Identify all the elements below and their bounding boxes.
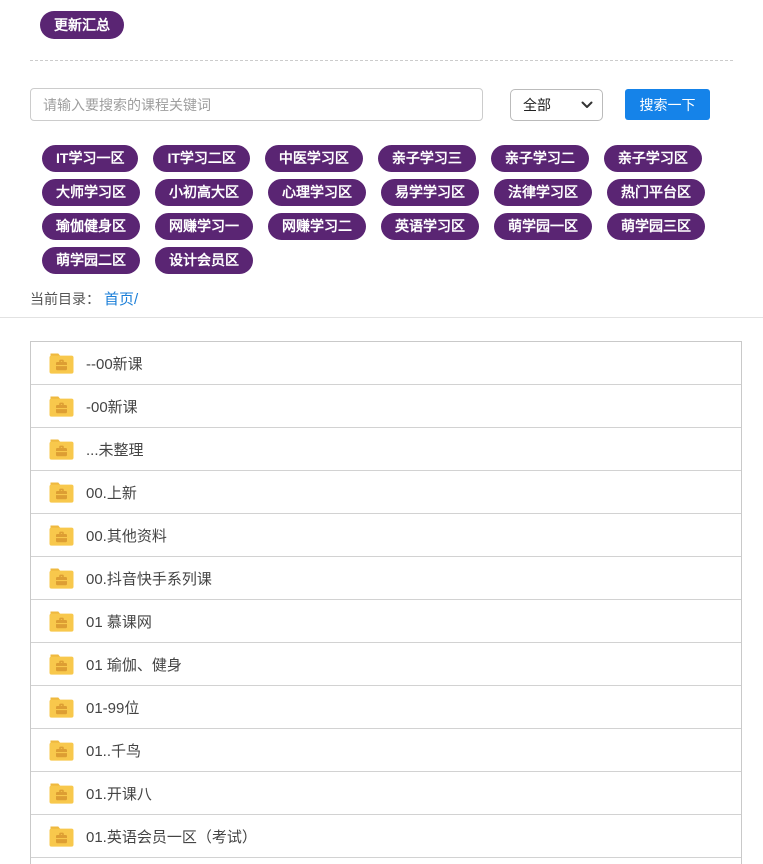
folder-row[interactable]: 00.抖音快手系列课 <box>31 557 741 600</box>
category-pill[interactable]: 萌学园一区 <box>494 213 592 240</box>
folder-icon <box>49 525 74 546</box>
dashed-divider <box>30 60 733 61</box>
breadcrumb-home-link[interactable]: 首页/ <box>104 291 138 308</box>
category-pill[interactable]: IT学习一区 <box>42 145 138 172</box>
category-pill[interactable]: 设计会员区 <box>155 247 253 274</box>
breadcrumb: 当前目录：首页/ <box>30 289 763 310</box>
folder-name: --00新课 <box>86 353 143 374</box>
category-filter-select[interactable]: 全部 <box>510 89 603 121</box>
category-pill[interactable]: 心理学习区 <box>268 179 366 206</box>
folder-name: 01-99位 <box>86 697 139 718</box>
folder-row[interactable]: 00.其他资料 <box>31 514 741 557</box>
chevron-down-icon <box>581 101 593 109</box>
folder-icon <box>49 568 74 589</box>
folder-icon <box>49 611 74 632</box>
category-pill[interactable]: 萌学园三区 <box>607 213 705 240</box>
folder-name: 00.上新 <box>86 482 137 503</box>
folder-row[interactable]: --00新课 <box>31 342 741 385</box>
breadcrumb-home-text: 首页 <box>104 291 134 308</box>
folder-icon <box>49 396 74 417</box>
folder-row[interactable]: 01..千鸟 <box>31 729 741 772</box>
category-pill[interactable]: 亲子学习区 <box>604 145 702 172</box>
folder-name: 01.英语会员一区（考试） <box>86 826 257 847</box>
folder-icon <box>49 740 74 761</box>
breadcrumb-separator: / <box>134 291 138 308</box>
folder-row[interactable]: 01 慕课网 <box>31 600 741 643</box>
folder-icon <box>49 439 74 460</box>
folder-row[interactable]: 01 瑜伽、健身 <box>31 643 741 686</box>
folder-icon <box>49 353 74 374</box>
folder-row[interactable]: 01-99位 <box>31 686 741 729</box>
folder-name: 00.抖音快手系列课 <box>86 568 212 589</box>
folder-name: 00.其他资料 <box>86 525 167 546</box>
folder-name: ...未整理 <box>86 439 144 460</box>
category-pill[interactable]: 亲子学习三 <box>378 145 476 172</box>
category-pill[interactable]: 大师学习区 <box>42 179 140 206</box>
folder-name: 01 慕课网 <box>86 611 152 632</box>
category-pill[interactable]: 网赚学习二 <box>268 213 366 240</box>
category-pill[interactable]: 中医学习区 <box>265 145 363 172</box>
category-pill[interactable]: 易学学习区 <box>381 179 479 206</box>
category-pill[interactable]: 瑜伽健身区 <box>42 213 140 240</box>
breadcrumb-label: 当前目录： <box>30 291 100 307</box>
category-pill[interactable]: 网赚学习一 <box>155 213 253 240</box>
folder-table: --00新课 -00新课 <box>30 341 742 864</box>
section-divider <box>0 317 763 318</box>
update-summary-button[interactable]: 更新汇总 <box>40 11 124 39</box>
folder-icon <box>49 826 74 847</box>
folder-row[interactable]: 01.英语会员一区（考试） <box>31 815 741 858</box>
category-pill[interactable]: 法律学习区 <box>494 179 592 206</box>
category-pill[interactable]: IT学习二区 <box>153 145 249 172</box>
folder-icon <box>49 697 74 718</box>
search-button[interactable]: 搜索一下 <box>625 89 710 120</box>
top-bar: 更新汇总 <box>0 0 763 39</box>
folder-row[interactable]: 00.上新 <box>31 471 741 514</box>
folder-name: 01 瑜伽、健身 <box>86 654 182 675</box>
folder-row[interactable]: 01.开课八 <box>31 772 741 815</box>
folder-icon <box>49 482 74 503</box>
folder-row[interactable]: -00新课 <box>31 385 741 428</box>
folder-row[interactable]: ...未整理 <box>31 428 741 471</box>
category-pills: IT学习一区 IT学习二区 中医学习区 亲子学习三 亲子学习二 亲子学习区 大师… <box>42 145 733 274</box>
search-section: 全部 搜索一下 <box>30 88 733 121</box>
category-pill[interactable]: 英语学习区 <box>381 213 479 240</box>
category-pill[interactable]: 亲子学习二 <box>491 145 589 172</box>
folder-name: 01..千鸟 <box>86 740 141 761</box>
folder-name: -00新课 <box>86 396 138 417</box>
category-pill[interactable]: 热门平台区 <box>607 179 705 206</box>
folder-icon <box>49 654 74 675</box>
folder-name: 01.开课八 <box>86 783 152 804</box>
filter-selected-value: 全部 <box>523 95 551 115</box>
category-pill[interactable]: 萌学园二区 <box>42 247 140 274</box>
category-pill[interactable]: 小初高大区 <box>155 179 253 206</box>
folder-icon <box>49 783 74 804</box>
search-input[interactable] <box>30 88 483 121</box>
